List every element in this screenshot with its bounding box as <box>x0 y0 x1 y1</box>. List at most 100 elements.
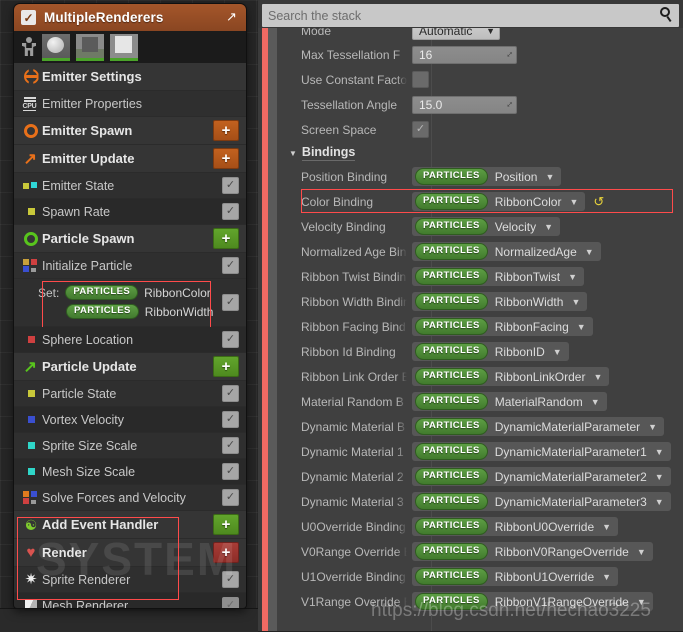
emitter-node[interactable]: ✓ MultipleRenderers ↗ Emitter Settings E… <box>14 4 246 608</box>
property-row-binding[interactable]: V0Range Override B PARTICLES RibbonV0Range… <box>277 539 683 564</box>
property-row-binding[interactable]: V1Range Override B PARTICLES RibbonV1Range… <box>277 589 683 614</box>
property-row-binding[interactable]: Ribbon Id Binding PARTICLES RibbonID ▼ <box>277 339 683 364</box>
property-row-binding[interactable]: Position Binding PARTICLES Position ▼ <box>277 164 683 189</box>
property-row-binding[interactable]: U0Override Binding PARTICLES RibbonU0Overr… <box>277 514 683 539</box>
reset-to-default-icon[interactable]: ↺ <box>593 195 604 208</box>
stack-item-particle-state[interactable]: Particle State ✓ <box>14 381 246 407</box>
max-tessellation-factor-input[interactable]: 16 ↕ <box>412 45 517 64</box>
add-event-handler-button[interactable]: + <box>213 514 239 535</box>
emitter-node-title-bar[interactable]: ✓ MultipleRenderers ↗ <box>14 4 246 31</box>
binding-dropdown[interactable]: PARTICLES RibbonFacing ▼ <box>412 317 593 336</box>
property-row-screen-space[interactable]: Screen Space ✓ <box>277 117 683 142</box>
binding-dropdown[interactable]: PARTICLES DynamicMaterialParameter1 ▼ <box>412 442 671 461</box>
property-row-binding[interactable]: Dynamic Material 2 PARTICLES DynamicMateri… <box>277 464 683 489</box>
stack-item-mesh-size-scale[interactable]: Mesh Size Scale ✓ <box>14 459 246 485</box>
property-row-binding[interactable]: Dynamic Material 3 PARTICLES DynamicMateri… <box>277 489 683 514</box>
property-row-binding[interactable]: U1Override Binding PARTICLES RibbonU1Overr… <box>277 564 683 589</box>
module-enabled-checkbox[interactable]: ✓ <box>222 489 239 506</box>
screen-space-checkbox[interactable]: ✓ <box>412 121 429 138</box>
mode-dropdown[interactable]: Automatic ▼ <box>412 28 500 40</box>
stack-header-add-event-handler[interactable]: ☯ Add Event Handler + <box>14 511 246 539</box>
external-link-icon[interactable]: ↗ <box>224 9 239 24</box>
mesh-thumbnail[interactable] <box>76 33 104 61</box>
search-input[interactable]: Search the stack <box>262 4 679 27</box>
property-row-binding[interactable]: Ribbon Facing Bind PARTICLES RibbonFacing ▼ <box>277 314 683 339</box>
binding-dropdown[interactable]: PARTICLES RibbonV1RangeOverride ▼ <box>412 592 653 611</box>
stack-item-vortex-velocity[interactable]: Vortex Velocity ✓ <box>14 407 246 433</box>
binding-dropdown[interactable]: PARTICLES DynamicMaterialParameter ▼ <box>412 417 665 436</box>
binding-dropdown[interactable]: PARTICLES RibbonU1Override ▼ <box>412 567 619 586</box>
stack-item-initialize-particle[interactable]: Initialize Particle ✓ <box>14 253 246 279</box>
stack-item-sprite-size-scale[interactable]: Sprite Size Scale ✓ <box>14 433 246 459</box>
property-row-binding[interactable]: Dynamic Material B PARTICLES DynamicMateri… <box>277 414 683 439</box>
binding-dropdown[interactable]: PARTICLES RibbonID ▼ <box>412 342 569 361</box>
spinner-icon[interactable]: ↕ <box>504 99 515 110</box>
module-enabled-checkbox[interactable]: ✓ <box>222 257 239 274</box>
binding-dropdown[interactable]: PARTICLES Position ▼ <box>412 167 562 186</box>
binding-dropdown[interactable]: PARTICLES DynamicMaterialParameter3 ▼ <box>412 492 671 511</box>
stack-item-mesh-renderer[interactable]: Mesh Renderer ✓ <box>14 593 246 608</box>
property-label: Dynamic Material 1 <box>301 444 404 459</box>
property-row-use-constant-factor[interactable]: Use Constant Facto <box>277 67 683 92</box>
renderer-enabled-checkbox[interactable]: ✓ <box>222 597 239 608</box>
stack-header-emitter-update[interactable]: Emitter Update + <box>14 145 246 173</box>
stack-header-render[interactable]: ♥ Render + <box>14 539 246 567</box>
property-row-binding[interactable]: Ribbon Twist Bindin PARTICLES RibbonTwist ▼ <box>277 264 683 289</box>
property-row-binding[interactable]: Normalized Age Bin PARTICLES NormalizedAge… <box>277 239 683 264</box>
emitter-enabled-checkbox[interactable]: ✓ <box>21 10 36 25</box>
binding-dropdown[interactable]: PARTICLES RibbonTwist ▼ <box>412 267 585 286</box>
stack-header-particle-update[interactable]: Particle Update + <box>14 353 246 381</box>
module-enabled-checkbox[interactable]: ✓ <box>222 331 239 348</box>
property-row-tessellation-angle[interactable]: Tessellation Angle 15.0 ↕ <box>277 92 683 117</box>
module-enabled-checkbox[interactable]: ✓ <box>222 437 239 454</box>
property-row-binding[interactable]: Ribbon Width Bindin PARTICLES RibbonWidth ▼ <box>277 289 683 314</box>
stack-header-emitter-spawn[interactable]: Emitter Spawn + <box>14 117 246 145</box>
binding-dropdown[interactable]: PARTICLES NormalizedAge ▼ <box>412 242 601 261</box>
search-icon[interactable] <box>659 7 674 22</box>
stack-header-emitter-settings[interactable]: Emitter Settings <box>14 63 246 91</box>
tessellation-angle-input[interactable]: 15.0 ↕ <box>412 95 517 114</box>
stack-item-set-module[interactable]: Set: PARTICLES RibbonColor PARTICLES Rib… <box>14 279 246 328</box>
module-enabled-checkbox[interactable]: ✓ <box>222 203 239 220</box>
add-emitter-spawn-button[interactable]: + <box>213 120 239 141</box>
add-particle-update-button[interactable]: + <box>213 356 239 377</box>
binding-dropdown[interactable]: PARTICLES RibbonWidth ▼ <box>412 292 588 311</box>
property-row-mode[interactable]: Mode Automatic ▼ <box>277 28 683 42</box>
binding-dropdown[interactable]: PARTICLES RibbonColor ▼ <box>412 192 586 211</box>
property-row-max-tessellation-factor[interactable]: Max Tessellation F 16 ↕ <box>277 42 683 67</box>
binding-dropdown[interactable]: PARTICLES DynamicMaterialParameter2 ▼ <box>412 467 671 486</box>
spinner-icon[interactable]: ↕ <box>504 49 515 60</box>
property-row-binding[interactable]: Material Random B PARTICLES MaterialRandom… <box>277 389 683 414</box>
property-row-binding[interactable]: Ribbon Link Order B PARTICLES RibbonLinkOr… <box>277 364 683 389</box>
binding-dropdown[interactable]: PARTICLES Velocity ▼ <box>412 217 561 236</box>
binding-dropdown[interactable]: PARTICLES RibbonU0Override ▼ <box>412 517 619 536</box>
add-emitter-update-button[interactable]: + <box>213 148 239 169</box>
property-row-binding[interactable]: Color Binding PARTICLES RibbonColor ▼ ↺ <box>277 189 683 214</box>
renderer-enabled-checkbox[interactable]: ✓ <box>222 571 239 588</box>
stack-item-sphere-location[interactable]: Sphere Location ✓ <box>14 327 246 353</box>
stack-item-solve-forces-and-velocity[interactable]: Solve Forces and Velocity ✓ <box>14 485 246 511</box>
stack-item-emitter-state[interactable]: Emitter State ✓ <box>14 173 246 199</box>
stack-item-spawn-rate[interactable]: Spawn Rate ✓ <box>14 199 246 225</box>
binding-dropdown[interactable]: PARTICLES RibbonLinkOrder ▼ <box>412 367 610 386</box>
binding-dropdown[interactable]: PARTICLES MaterialRandom ▼ <box>412 392 607 411</box>
ribbon-thumbnail[interactable] <box>110 33 138 61</box>
module-enabled-checkbox[interactable]: ✓ <box>222 463 239 480</box>
stack-header-particle-spawn[interactable]: Particle Spawn + <box>14 225 246 253</box>
add-renderer-button[interactable]: + <box>213 542 239 563</box>
chevron-down-icon: ▼ <box>654 496 664 507</box>
module-enabled-checkbox[interactable]: ✓ <box>222 385 239 402</box>
stack-item-sprite-renderer[interactable]: ✷ Sprite Renderer ✓ <box>14 567 246 593</box>
use-constant-factor-checkbox[interactable] <box>412 71 429 88</box>
sprite-thumbnail[interactable] <box>42 33 70 61</box>
stack-item-emitter-properties[interactable]: Emitter Properties <box>14 91 246 117</box>
triangle-down-icon[interactable]: ▼ <box>289 149 297 158</box>
binding-dropdown[interactable]: PARTICLES RibbonV0RangeOverride ▼ <box>412 542 653 561</box>
module-enabled-checkbox[interactable]: ✓ <box>222 293 239 311</box>
module-enabled-checkbox[interactable]: ✓ <box>222 177 239 194</box>
add-particle-spawn-button[interactable]: + <box>213 228 239 249</box>
module-enabled-checkbox[interactable]: ✓ <box>222 411 239 428</box>
property-row-binding[interactable]: Velocity Binding PARTICLES Velocity ▼ <box>277 214 683 239</box>
property-row-binding[interactable]: Dynamic Material 1 PARTICLES DynamicMateri… <box>277 439 683 464</box>
category-bindings[interactable]: ▼ Bindings <box>277 142 683 164</box>
